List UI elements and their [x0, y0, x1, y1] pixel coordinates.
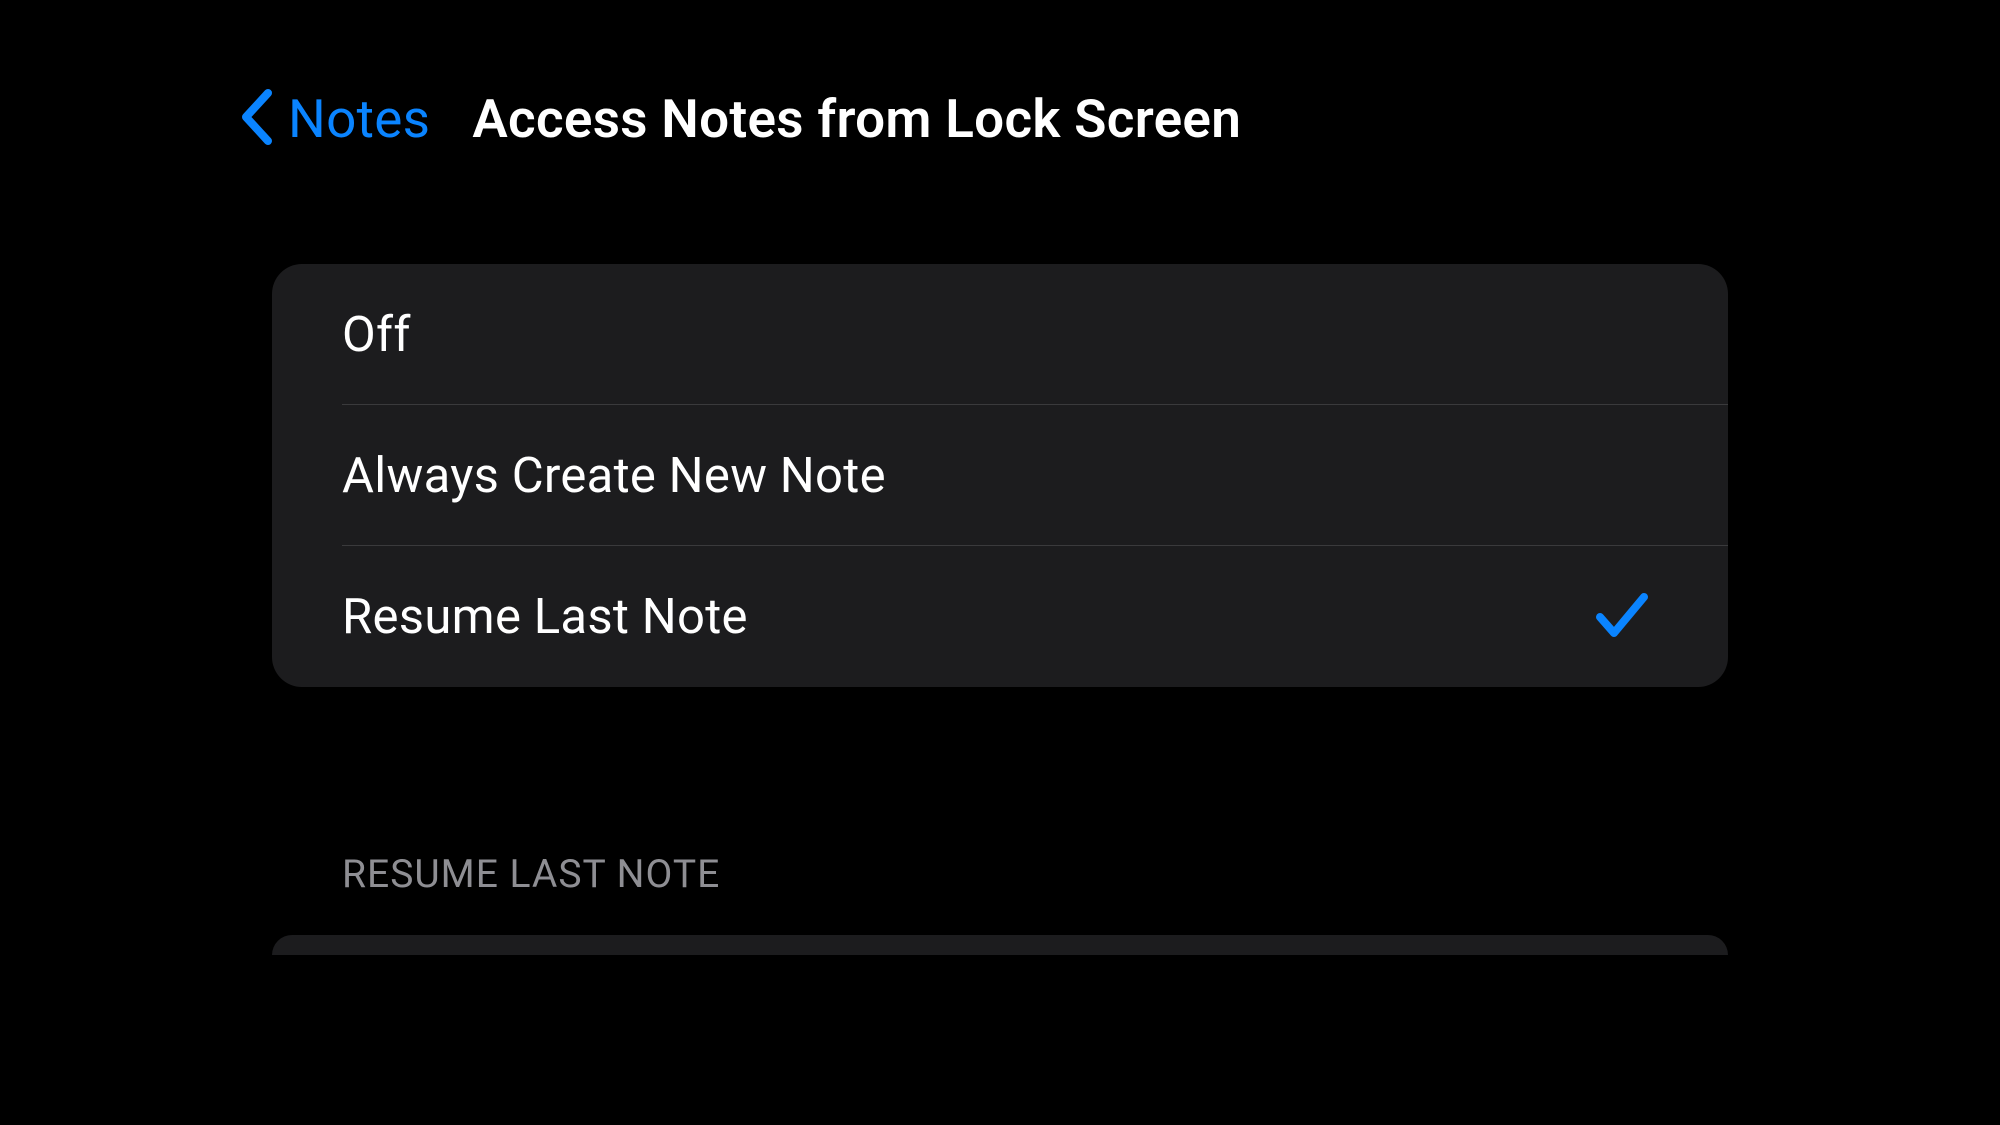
option-resume-last-note[interactable]: Resume Last Note: [272, 546, 1728, 687]
checkmark-icon: [1596, 591, 1648, 643]
section-header: RESUME LAST NOTE: [342, 851, 2000, 897]
chevron-left-icon: [240, 89, 288, 149]
settings-screen: Notes Access Notes from Lock Screen Off …: [0, 0, 2000, 1125]
option-label: Off: [342, 306, 411, 363]
option-off[interactable]: Off: [272, 264, 1728, 405]
option-label: Always Create New Note: [342, 447, 886, 504]
options-card: Off Always Create New Note Resume Last N…: [272, 264, 1728, 687]
nav-bar: Notes Access Notes from Lock Screen: [0, 0, 2000, 150]
resume-section-card: [272, 935, 1728, 955]
back-label: Notes: [288, 88, 430, 150]
page-title: Access Notes from Lock Screen: [472, 88, 1241, 150]
option-always-create-new-note[interactable]: Always Create New Note: [272, 405, 1728, 546]
back-button[interactable]: Notes: [240, 88, 430, 150]
option-label: Resume Last Note: [342, 588, 748, 645]
